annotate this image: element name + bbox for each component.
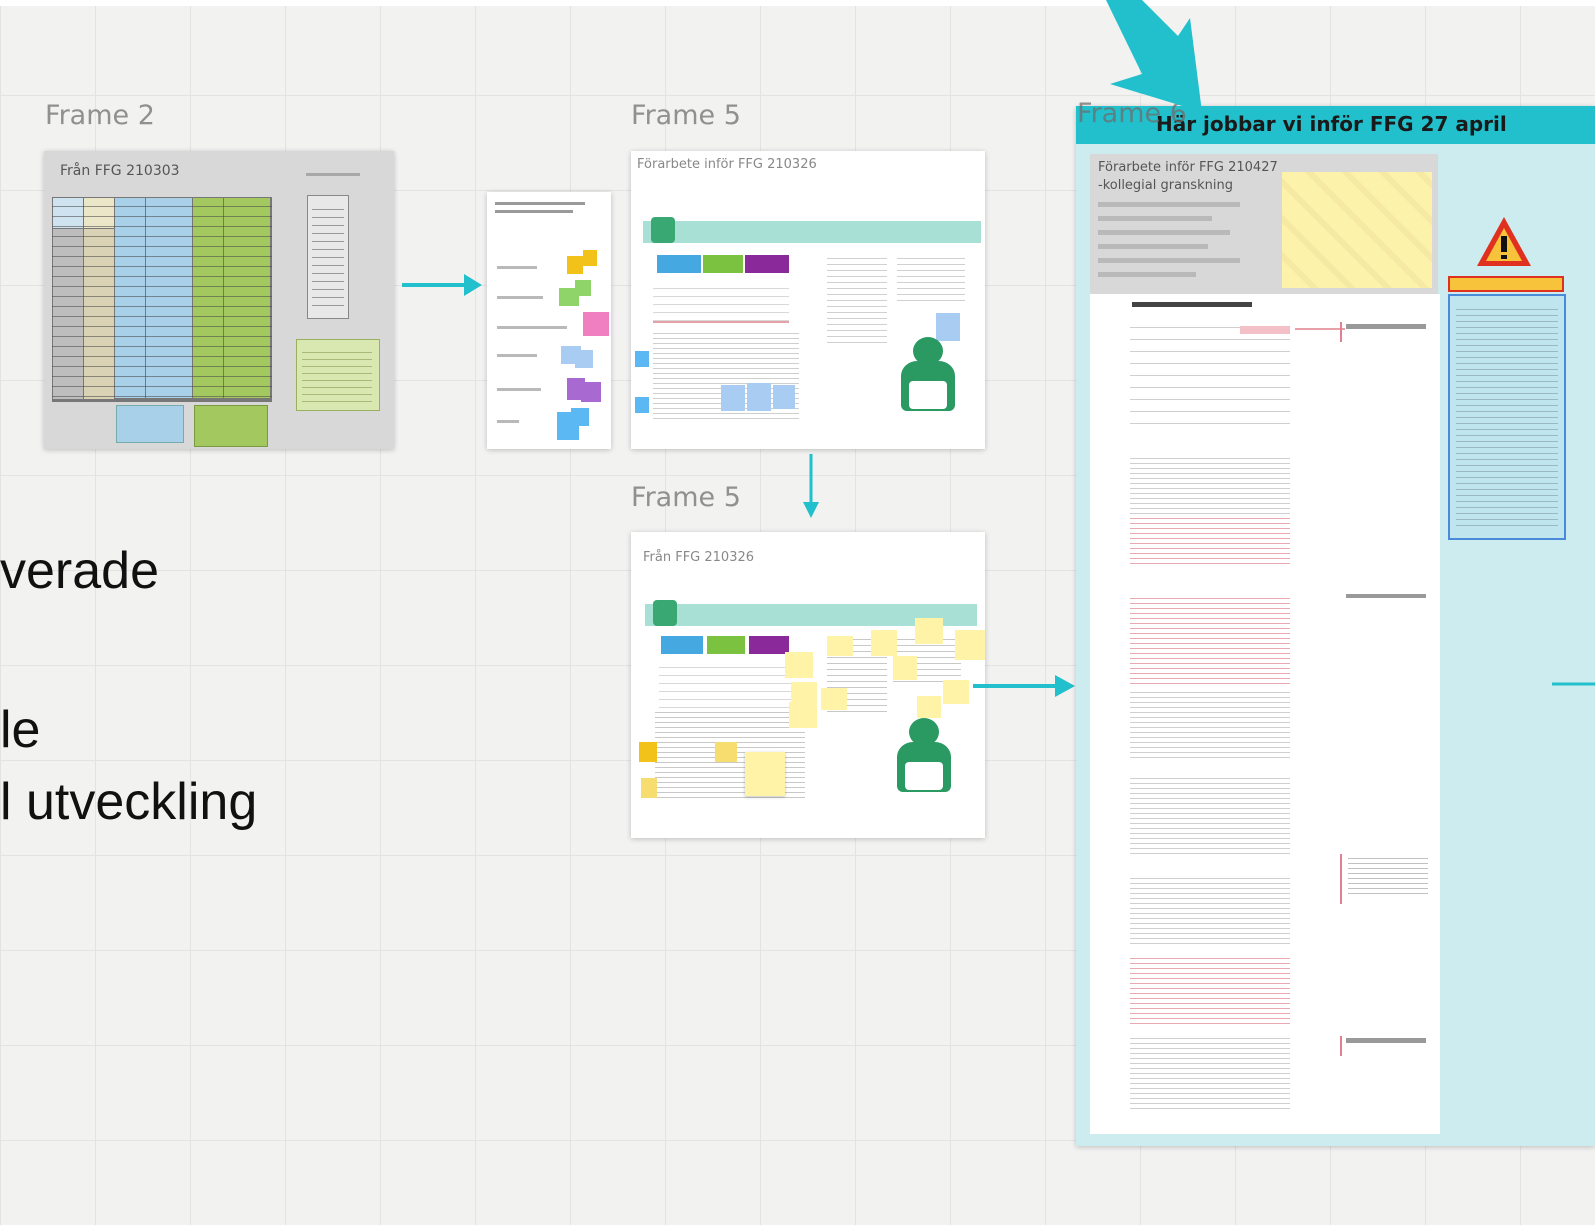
slide-text-line-1: verade: [0, 542, 159, 600]
frame-2-title[interactable]: Frame 2: [45, 100, 155, 131]
frame-5-heading: Förarbete inför FFG 210326: [637, 157, 817, 172]
arrow-right-icon: [402, 274, 482, 296]
frame-6[interactable]: Här jobbar vi inför FFG 27 april Förarbe…: [1076, 106, 1595, 1146]
frame-5-col-green: [703, 255, 743, 273]
sticky-legend-card[interactable]: [487, 192, 611, 449]
frame-2-note-box: [296, 339, 380, 411]
frame-6-document[interactable]: [1090, 294, 1440, 1134]
big-arrow-icon: [1106, 0, 1202, 112]
frame-2-small-label: [306, 173, 360, 176]
frame-2-table: [52, 197, 272, 402]
frame-5-figure: [893, 337, 969, 417]
warning-triangle-icon: [1477, 217, 1531, 266]
frame-2-blue-note: [116, 405, 184, 443]
frame-2-side-list: [307, 195, 349, 319]
frame-2-green-note: [194, 405, 268, 447]
frame-6-grey-heading-2: -kollegial granskning: [1098, 178, 1233, 193]
frame-5b-title[interactable]: Frame 5: [631, 482, 741, 513]
frame-2-heading: Från FFG 210303: [60, 163, 180, 179]
frame-5-logo: [651, 217, 675, 243]
canvas-top-edge: [0, 0, 1595, 6]
frame-2[interactable]: Från FFG 210303: [44, 151, 394, 449]
frame-5-header-band: [643, 221, 981, 243]
frame-6-grey-heading-1: Förarbete inför FFG 210427: [1098, 160, 1278, 175]
warning-label: [1448, 276, 1564, 292]
frame-5b[interactable]: Från FFG 210326: [631, 532, 985, 838]
slide-text-line-2: le: [0, 701, 41, 759]
slide-text-line-3: l utveckling: [0, 773, 258, 831]
frame-5b-heading: Från FFG 210326: [643, 550, 755, 565]
arrow-down-icon: [803, 454, 819, 518]
frame-5[interactable]: Förarbete inför FFG 210326: [631, 151, 985, 449]
frame-5-col-blue: [657, 255, 701, 273]
frame-6-info-box[interactable]: [1448, 294, 1566, 540]
frame-5-col-purple: [745, 255, 789, 273]
frame-5-title[interactable]: Frame 5: [631, 100, 741, 131]
frame-6-sticky-cluster: [1282, 172, 1432, 288]
arrow-right-icon: [1552, 682, 1595, 686]
frame-6-grey-card[interactable]: Förarbete inför FFG 210427 -kollegial gr…: [1090, 154, 1438, 294]
arrow-right-icon: [973, 675, 1075, 697]
frame-6-banner-text: Här jobbar vi inför FFG 27 april: [1156, 112, 1507, 136]
